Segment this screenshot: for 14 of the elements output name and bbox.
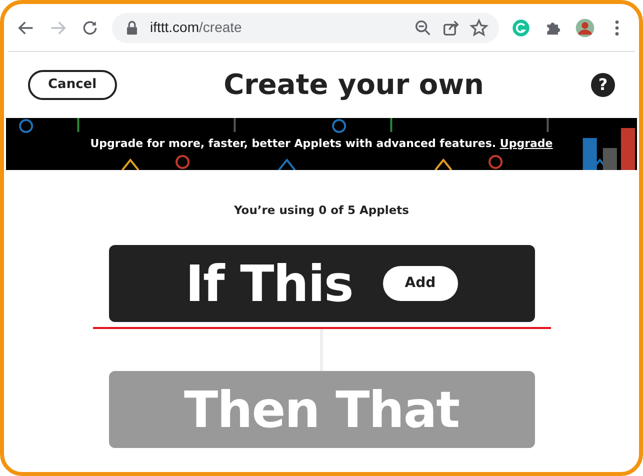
upgrade-link[interactable]: Upgrade [500, 136, 553, 150]
star-icon[interactable] [469, 18, 489, 38]
url-text[interactable]: ifttt.com/create [150, 17, 242, 38]
upgrade-message: Upgrade for more, faster, better Applets with advanced features. Upgrade [90, 136, 553, 152]
step-label: If This [185, 258, 353, 309]
applet-usage-text: You’re using 0 of 5 Applets [234, 202, 409, 219]
avatar-icon[interactable] [575, 18, 595, 38]
help-icon[interactable]: ? [591, 73, 615, 97]
step-label: Then That [184, 384, 459, 435]
zoom-out-icon[interactable] [413, 18, 433, 38]
page-title: Create your own [224, 68, 484, 102]
add-button[interactable]: Add [382, 266, 458, 302]
trigger-block[interactable]: If This Add [108, 245, 534, 322]
cancel-button[interactable]: Cancel [28, 70, 117, 100]
